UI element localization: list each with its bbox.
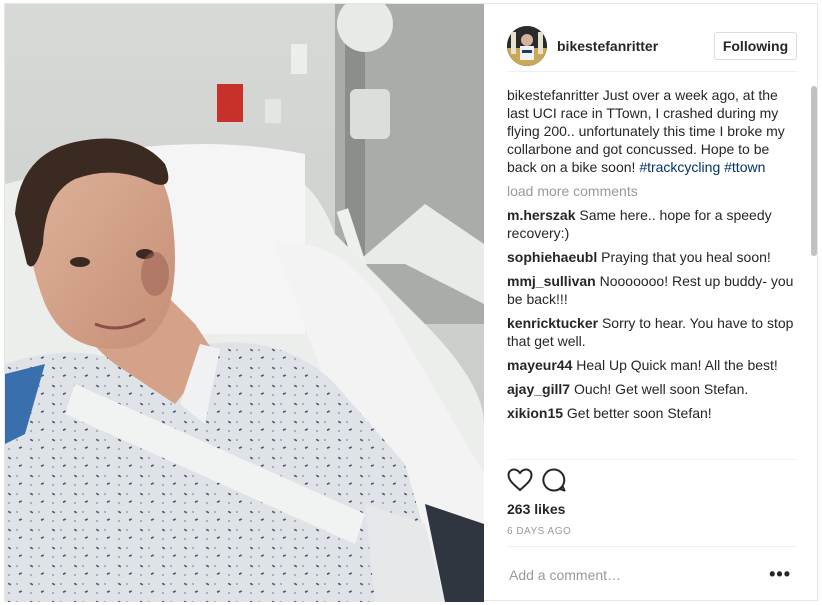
comment-button[interactable] xyxy=(541,463,575,497)
comment-item: sophiehaeubl Praying that you heal soon! xyxy=(507,248,797,266)
avatar[interactable] xyxy=(507,25,547,66)
add-comment-section: Add a comment… ••• xyxy=(507,546,797,602)
hashtag-ttown[interactable]: #ttown xyxy=(724,159,765,175)
comment-item: ajay_gill7 Ouch! Get well soon Stefan. xyxy=(507,380,797,398)
comment-username[interactable]: mayeur44 xyxy=(507,357,572,373)
hashtag-trackcycling[interactable]: #trackcycling xyxy=(639,159,720,175)
comments-list[interactable]: bikestefanritter Just over a week ago, a… xyxy=(507,86,797,458)
speech-bubble-icon xyxy=(542,467,566,491)
comment-username[interactable]: xikion15 xyxy=(507,405,563,421)
comment-username[interactable]: mmj_sullivan xyxy=(507,273,596,289)
ellipsis-icon: ••• xyxy=(769,564,791,584)
comments-scrollbar[interactable] xyxy=(811,86,817,256)
comment-item: m.herszak Same here.. hope for a speedy … xyxy=(507,206,797,242)
caption-username[interactable]: bikestefanritter xyxy=(507,87,599,103)
heart-icon xyxy=(507,467,533,491)
author-username[interactable]: bikestefanritter xyxy=(557,38,714,54)
comment-text: Heal Up Quick man! All the best! xyxy=(576,357,778,373)
comment-username[interactable]: ajay_gill7 xyxy=(507,381,570,397)
instagram-post: bikestefanritter Following bikestefanrit… xyxy=(4,3,819,602)
post-timestamp[interactable]: 6 DAYS AGO xyxy=(507,526,571,537)
following-button[interactable]: Following xyxy=(714,31,797,60)
comment-text: Praying that you heal soon! xyxy=(601,249,771,265)
comment-username[interactable]: kenricktucker xyxy=(507,315,598,331)
hospital-selfie-image xyxy=(5,4,484,602)
post-caption: bikestefanritter Just over a week ago, a… xyxy=(507,86,797,176)
comment-item: xikion15 Get better soon Stefan! xyxy=(507,404,797,422)
like-count[interactable]: 263 likes xyxy=(507,501,565,517)
comment-item: kenricktucker Sorry to hear. You have to… xyxy=(507,314,797,350)
comment-item: mmj_sullivan Nooooooo! Rest up buddy- yo… xyxy=(507,272,797,308)
comment-text: Ouch! Get well soon Stefan. xyxy=(573,381,749,397)
load-more-comments-link[interactable]: load more comments xyxy=(507,182,797,200)
action-bar xyxy=(507,459,797,499)
comment-text: Get better soon Stefan! xyxy=(566,405,712,421)
post-sidebar: bikestefanritter Following bikestefanrit… xyxy=(485,4,819,602)
like-button[interactable] xyxy=(507,463,541,497)
comment-item: mayeur44 Heal Up Quick man! All the best… xyxy=(507,356,797,374)
post-header: bikestefanritter Following xyxy=(507,20,797,72)
comment-username[interactable]: m.herszak xyxy=(507,207,575,223)
comment-input[interactable]: Add a comment… xyxy=(507,567,621,583)
more-options-button[interactable]: ••• xyxy=(769,564,797,585)
comment-username[interactable]: sophiehaeubl xyxy=(507,249,597,265)
post-photo[interactable] xyxy=(5,4,484,602)
avatar-image xyxy=(507,25,547,66)
